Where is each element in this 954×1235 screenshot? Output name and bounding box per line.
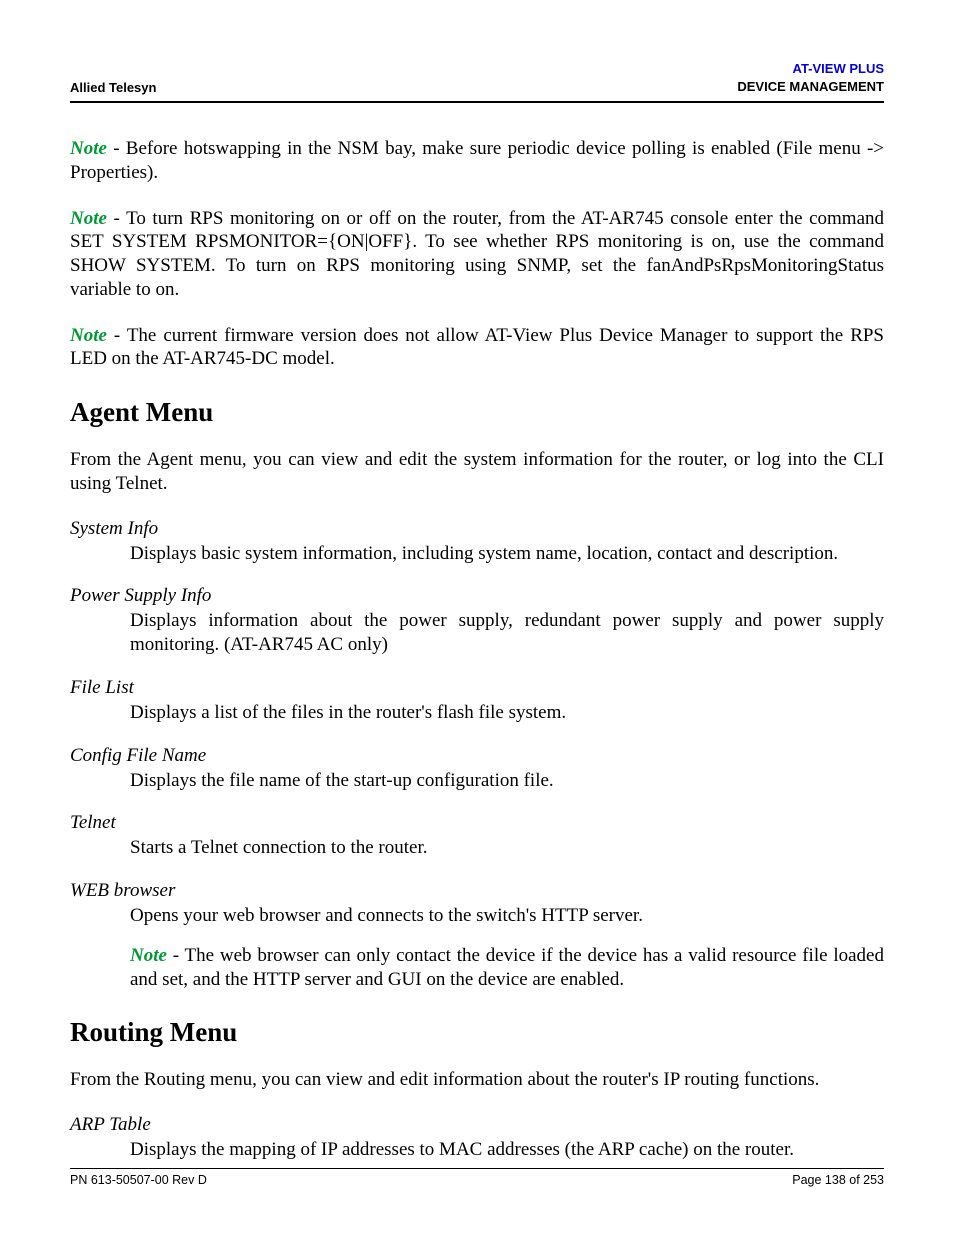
- term-definition: Displays basic system information, inclu…: [130, 542, 884, 566]
- header-product: AT-VIEW PLUS: [737, 60, 884, 78]
- note-label: Note: [130, 945, 167, 966]
- note-paragraph: Note - To turn RPS monitoring on or off …: [70, 207, 884, 302]
- note-text: - To turn RPS monitoring on or off on th…: [70, 208, 884, 300]
- agent-menu-heading: Agent Menu: [70, 397, 884, 428]
- document-page: Allied Telesyn AT-VIEW PLUS DEVICE MANAG…: [0, 0, 954, 1235]
- header-left: Allied Telesyn: [70, 80, 156, 95]
- term-label: File List: [70, 677, 884, 699]
- note-text: - The web browser can only contact the d…: [130, 945, 884, 990]
- agent-item: Config File Name Displays the file name …: [70, 745, 884, 793]
- note-paragraph: Note - The current firmware version does…: [70, 324, 884, 372]
- footer-left: PN 613-50507-00 Rev D: [70, 1173, 207, 1187]
- note-label: Note: [70, 325, 107, 346]
- note-label: Note: [70, 208, 107, 229]
- term-label: Power Supply Info: [70, 585, 884, 607]
- agent-item: Telnet Starts a Telnet connection to the…: [70, 812, 884, 860]
- term-definition: Displays the file name of the start-up c…: [130, 769, 884, 793]
- term-definition: Displays a list of the files in the rout…: [130, 701, 884, 725]
- term-note: Note - The web browser can only contact …: [130, 944, 884, 992]
- page-footer: PN 613-50507-00 Rev D Page 138 of 253: [70, 1168, 884, 1187]
- page-header: Allied Telesyn AT-VIEW PLUS DEVICE MANAG…: [70, 60, 884, 103]
- routing-intro: From the Routing menu, you can view and …: [70, 1068, 884, 1092]
- term-label: WEB browser: [70, 880, 884, 902]
- term-definition: Starts a Telnet connection to the router…: [130, 836, 884, 860]
- routing-menu-heading: Routing Menu: [70, 1017, 884, 1048]
- agent-item: WEB browser Opens your web browser and c…: [70, 880, 884, 991]
- term-label: Telnet: [70, 812, 884, 834]
- footer-right: Page 138 of 253: [792, 1173, 884, 1187]
- agent-item: System Info Displays basic system inform…: [70, 518, 884, 566]
- page-content: Note - Before hotswapping in the NSM bay…: [70, 137, 884, 1162]
- note-label: Note: [70, 138, 107, 159]
- note-paragraph: Note - Before hotswapping in the NSM bay…: [70, 137, 884, 185]
- term-label: System Info: [70, 518, 884, 540]
- header-right: AT-VIEW PLUS DEVICE MANAGEMENT: [737, 60, 884, 95]
- note-text: - Before hotswapping in the NSM bay, mak…: [70, 138, 884, 183]
- term-definition: Displays the mapping of IP addresses to …: [130, 1138, 884, 1162]
- agent-item: Power Supply Info Displays information a…: [70, 585, 884, 657]
- term-definition: Opens your web browser and connects to t…: [130, 904, 884, 928]
- term-label: Config File Name: [70, 745, 884, 767]
- agent-item: File List Displays a list of the files i…: [70, 677, 884, 725]
- term-definition: Displays information about the power sup…: [130, 609, 884, 657]
- note-text: - The current firmware version does not …: [70, 325, 884, 370]
- agent-intro: From the Agent menu, you can view and ed…: [70, 448, 884, 496]
- header-section: DEVICE MANAGEMENT: [737, 78, 884, 96]
- term-label: ARP Table: [70, 1114, 884, 1136]
- routing-item: ARP Table Displays the mapping of IP add…: [70, 1114, 884, 1162]
